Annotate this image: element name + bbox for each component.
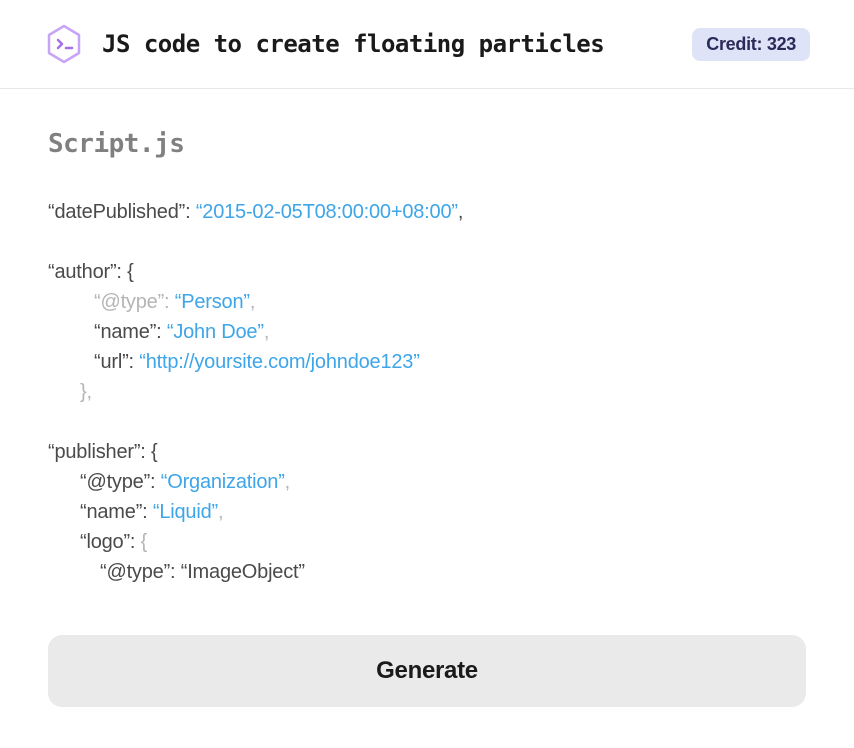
- code-line: “@type”: “ImageObject”: [48, 557, 806, 587]
- code-line: “publisher”: {: [48, 437, 806, 467]
- code-block: “datePublished”: “2015-02-05T08:00:00+08…: [48, 197, 806, 587]
- code-line: “name”: “John Doe”,: [48, 317, 806, 347]
- code-line: “url”: “http://yoursite.com/johndoe123”: [48, 347, 806, 377]
- credit-badge: Credit: 323: [692, 28, 810, 61]
- code-line: },: [48, 377, 806, 407]
- main-content: Script.js “datePublished”: “2015-02-05T0…: [0, 89, 854, 707]
- section-title: Script.js: [48, 129, 806, 159]
- blank-line: [48, 227, 806, 257]
- code-line: “author”: {: [48, 257, 806, 287]
- header-bar: JS code to create floating particles Cre…: [0, 0, 854, 89]
- blank-line: [48, 407, 806, 437]
- code-line: “name”: “Liquid”,: [48, 497, 806, 527]
- header-left: JS code to create floating particles: [44, 24, 604, 64]
- page-title: JS code to create floating particles: [102, 30, 604, 58]
- code-line: “@type”: “Person”,: [48, 287, 806, 317]
- code-line: “@type”: “Organization”,: [48, 467, 806, 497]
- app-logo-icon: [44, 24, 84, 64]
- generate-button[interactable]: Generate: [48, 635, 806, 707]
- code-line: “logo”: {: [48, 527, 806, 557]
- code-line: “datePublished”: “2015-02-05T08:00:00+08…: [48, 197, 806, 227]
